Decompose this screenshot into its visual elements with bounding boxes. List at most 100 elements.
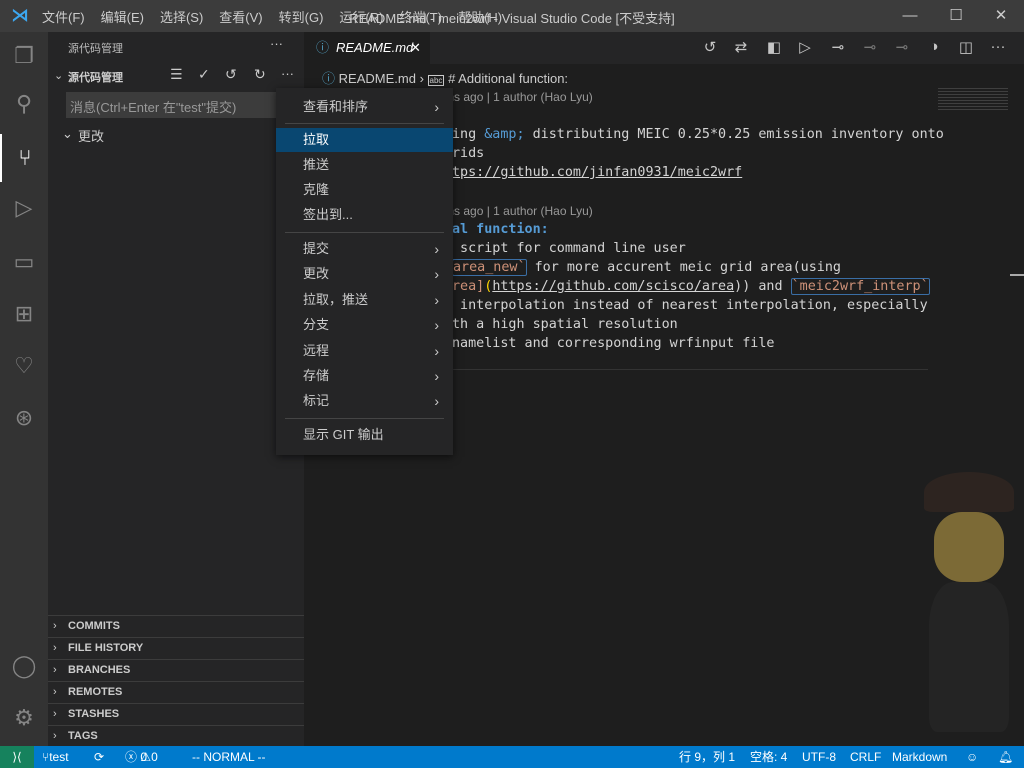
chevron-right-icon: › <box>434 393 439 409</box>
menu-file[interactable]: 文件(F) <box>34 7 93 26</box>
codelens-blame[interactable]: ths ago | 1 author (Hao Lyu) <box>444 204 593 218</box>
code-line: rea](https://github.com/scisco/area)) an… <box>452 278 930 295</box>
scm-section-title: 源代码管理 <box>68 72 123 84</box>
settings-gear-icon[interactable]: ⚙ <box>0 694 48 742</box>
current-line-highlight <box>452 369 928 370</box>
remote-explorer-icon[interactable]: ▭ <box>0 238 48 286</box>
next-change-icon[interactable]: ⊸ <box>891 38 913 58</box>
pane-commits[interactable]: › COMMITS <box>48 615 304 637</box>
menu-go[interactable]: 转到(G) <box>271 7 332 26</box>
menu-terminal[interactable]: 终端(T) <box>391 7 450 26</box>
search-icon[interactable]: ⚲ <box>0 80 48 128</box>
cursor-position[interactable]: 行 9，列 1 <box>679 746 735 768</box>
changes-chevron-icon[interactable]: ⌄ <box>62 126 73 142</box>
breadcrumb-file[interactable]: README.md <box>339 71 416 86</box>
source-control-icon[interactable]: ⑂ <box>0 134 48 182</box>
code-line: script for command line user <box>452 241 686 256</box>
more-actions-icon[interactable]: ··· <box>270 36 283 51</box>
extensions-icon[interactable]: ⊞ <box>0 290 48 338</box>
chevron-right-icon: › <box>434 241 439 257</box>
git-commit-icon[interactable]: ⊸ <box>827 38 849 58</box>
feedback-icon[interactable]: ☺ <box>966 746 978 768</box>
maximize-button[interactable]: ☐ <box>933 0 979 32</box>
split-editor-icon[interactable]: ◫ <box>955 38 977 58</box>
commit-check-icon[interactable]: ✓ <box>198 66 210 83</box>
close-window-button[interactable]: ✕ <box>978 0 1024 32</box>
account-icon[interactable]: ◯ <box>0 642 48 690</box>
source-control-sidebar: 源代码管理 ··· ⌄ 源代码管理 ☰ ✓ ↺ ↻ ··· 消息(Ctrl+En… <box>48 32 304 746</box>
scrollbar-marker[interactable] <box>1010 274 1024 276</box>
code-line: area_new` for more accurent meic grid ar… <box>452 259 841 276</box>
menu-item-remote[interactable]: 远程 › <box>276 339 453 363</box>
menu-item-show-git-output[interactable]: 显示 GIT 输出 <box>276 423 453 447</box>
preview-icon[interactable]: ◧ <box>763 38 785 58</box>
menu-view[interactable]: 查看(V) <box>211 7 270 26</box>
codelens-blame[interactable]: ths ago | 1 author (Hao Lyu) <box>444 90 593 104</box>
compare-changes-icon[interactable]: ⇄ <box>730 38 752 58</box>
pane-label: FILE HISTORY <box>68 642 144 654</box>
code-line[interactable]: tps://github.com/jinfan0931/meic2wrf <box>452 163 742 182</box>
menu-item-pull[interactable]: 拉取 <box>276 128 453 152</box>
menu-item-tags[interactable]: 标记 › <box>276 389 453 413</box>
string-symbol-icon: abc <box>427 75 445 86</box>
menu-selection[interactable]: 选择(S) <box>152 7 211 26</box>
pane-label: STASHES <box>68 708 120 720</box>
vim-mode: -- NORMAL -- <box>192 750 266 764</box>
indentation[interactable]: 空格: 4 <box>750 746 787 768</box>
git-lens-icon[interactable]: ◑ <box>923 38 945 58</box>
git-graph-icon[interactable]: ⊛ <box>0 394 48 442</box>
menu-run[interactable]: 运行(R) <box>331 7 391 26</box>
menu-item-commit[interactable]: 提交 › <box>276 237 453 261</box>
menu-item-checkout[interactable]: 签出到... <box>276 203 453 227</box>
explorer-icon[interactable]: ❐ <box>0 32 48 80</box>
previous-change-icon[interactable]: ⊸ <box>859 38 881 58</box>
run-debug-icon[interactable]: ▷ <box>0 184 48 232</box>
breadcrumb: ⓘ README.md › abc # Additional function: <box>322 68 568 87</box>
pane-file-history[interactable]: › FILE HISTORY <box>48 637 304 659</box>
menu-item-pull-push[interactable]: 拉取，推送 › <box>276 288 453 312</box>
menu-item-view-sort[interactable]: 查看和排序 › <box>276 95 453 119</box>
heart-icon[interactable]: ♡ <box>0 342 48 390</box>
menu-item-stash[interactable]: 存储 › <box>276 364 453 388</box>
code-line: th a high spatial resolution <box>452 317 678 332</box>
chevron-right-icon: › <box>434 266 439 282</box>
timeline-icon[interactable]: ↺ <box>699 38 721 58</box>
notifications-bell-icon[interactable]: 🔔︎ <box>998 746 1013 768</box>
minimize-button[interactable]: — <box>887 0 933 32</box>
menu-item-branch[interactable]: 分支 › <box>276 313 453 337</box>
chevron-right-icon: › <box>434 368 439 384</box>
branch-indicator[interactable]: ⑂ test <box>42 746 69 768</box>
title-bar: ⋊ 文件(F) 编辑(E) 选择(S) 查看(V) 转到(G) 运行(R) 终端… <box>0 0 1024 32</box>
commit-message-input[interactable]: 消息(Ctrl+Enter 在"test"提交) <box>66 92 276 118</box>
menu-item-push[interactable]: 推送 <box>276 153 453 177</box>
close-tab-icon[interactable]: ✕ <box>410 32 421 64</box>
pane-label: COMMITS <box>68 620 120 632</box>
sidebar-header: 源代码管理 <box>68 43 123 55</box>
pane-stashes[interactable]: › STASHES <box>48 703 304 725</box>
pane-remotes[interactable]: › REMOTES <box>48 681 304 703</box>
breadcrumb-symbol[interactable]: # Additional function: <box>448 71 568 86</box>
minimap[interactable] <box>938 88 1008 112</box>
menu-edit[interactable]: 编辑(E) <box>93 7 152 26</box>
pane-branches[interactable]: › BRANCHES <box>48 659 304 681</box>
tab-readme[interactable]: ⓘ README.md ✕ <box>304 32 430 64</box>
more-icon[interactable]: ··· <box>281 66 294 81</box>
changes-group[interactable]: 更改 <box>78 126 104 145</box>
menu-help[interactable]: 帮助(H) <box>450 7 510 26</box>
language-mode[interactable]: Markdown <box>892 746 947 768</box>
refresh-icon[interactable]: ↻ <box>254 66 266 83</box>
code-line-heading: al function: <box>452 222 549 237</box>
encoding[interactable]: UTF-8 <box>802 746 836 768</box>
chevron-down-icon[interactable]: ⌄ <box>54 69 63 82</box>
history-icon[interactable]: ↺ <box>225 66 237 83</box>
remote-indicator-icon[interactable]: ⟩⟨ <box>0 746 34 768</box>
run-icon[interactable]: ▷ <box>794 38 816 58</box>
menu-item-changes[interactable]: 更改 › <box>276 262 453 286</box>
pane-tags[interactable]: › TAGS <box>48 725 304 747</box>
problems-indicator[interactable]: ⓧ 0 ⚠ 0 <box>125 746 158 768</box>
menu-item-clone[interactable]: 克隆 <box>276 178 453 202</box>
end-of-line[interactable]: CRLF <box>850 746 881 768</box>
view-as-tree-icon[interactable]: ☰ <box>170 66 183 83</box>
sync-icon[interactable]: ⟳ <box>94 746 104 768</box>
more-actions-icon[interactable]: ··· <box>987 38 1009 58</box>
